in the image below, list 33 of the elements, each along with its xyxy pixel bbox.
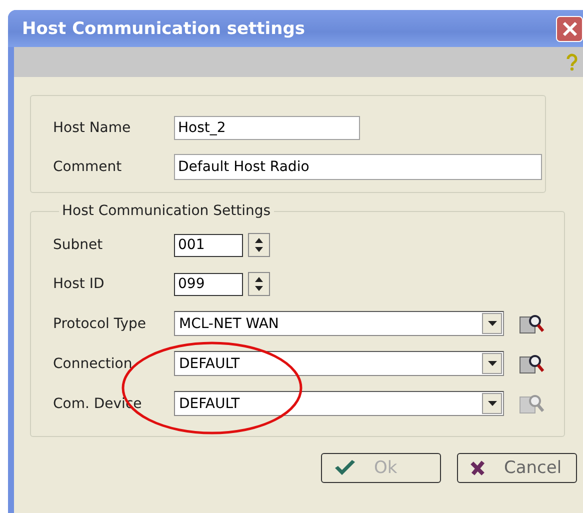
spin-button[interactable] xyxy=(248,233,270,257)
magnifier-icon xyxy=(519,354,545,374)
number-field[interactable]: 099 xyxy=(174,272,243,296)
dropdown-field[interactable]: DEFAULT xyxy=(174,351,504,376)
field-label: Host Name xyxy=(53,120,132,136)
group-title: Host Communication Settings xyxy=(61,203,272,219)
cancel-button[interactable]: Cancel xyxy=(457,453,577,483)
text-field[interactable]: Host_2 xyxy=(174,116,360,140)
caret-icon xyxy=(488,321,496,326)
field-label: Protocol Type xyxy=(53,316,148,332)
window-title: Host Communication settings xyxy=(21,18,306,38)
check-icon xyxy=(334,460,356,476)
magnifier-icon xyxy=(519,394,545,414)
magnifier-icon xyxy=(519,314,545,334)
close-button[interactable] xyxy=(556,16,583,42)
dropdown-field[interactable]: DEFAULT xyxy=(174,391,504,416)
caret-icon xyxy=(488,361,496,366)
text-field[interactable]: Default Host Radio xyxy=(174,154,542,180)
dropdown-button[interactable] xyxy=(482,393,502,414)
up-down-arrows-icon xyxy=(254,275,264,293)
field-label: Host ID xyxy=(53,276,106,292)
number-field[interactable]: 001 xyxy=(174,234,243,256)
cross-icon xyxy=(470,460,486,476)
dropdown-button[interactable] xyxy=(482,353,502,374)
dropdown-field[interactable]: MCL-NET WAN xyxy=(174,311,504,336)
field-label: Subnet xyxy=(53,237,104,253)
field-label: Comment xyxy=(53,159,123,175)
dropdown-button[interactable] xyxy=(482,313,502,334)
close-icon xyxy=(562,20,578,36)
caret-icon xyxy=(488,401,496,406)
up-down-arrows-icon xyxy=(254,236,264,254)
field-label: Connection xyxy=(53,356,134,372)
spin-button[interactable] xyxy=(248,272,270,296)
